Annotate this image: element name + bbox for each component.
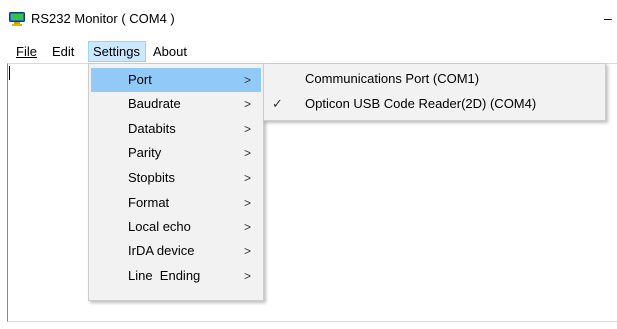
port-submenu: Communications Port (COM1) ✓ Opticon USB… bbox=[263, 63, 606, 121]
window-title: RS232 Monitor ( COM4 ) bbox=[31, 11, 175, 26]
submenu-arrow-icon: > bbox=[244, 269, 252, 283]
settings-item-line-ending[interactable]: Line Ending > bbox=[91, 264, 261, 288]
title-bar: RS232 Monitor ( COM4 ) – bbox=[0, 0, 617, 38]
port-item-com1[interactable]: Communications Port (COM1) bbox=[266, 67, 603, 91]
menu-about-label: About bbox=[153, 44, 187, 59]
settings-item-parity[interactable]: Parity > bbox=[91, 141, 261, 165]
menu-about[interactable]: About bbox=[150, 41, 190, 62]
menu-file-label: File bbox=[16, 44, 37, 59]
menu-settings-label: Settings bbox=[93, 44, 140, 59]
settings-item-label: Parity bbox=[128, 145, 162, 160]
settings-item-irda-device[interactable]: IrDA device > bbox=[91, 239, 261, 263]
submenu-arrow-icon: > bbox=[244, 171, 252, 185]
submenu-arrow-icon: > bbox=[244, 73, 252, 87]
settings-item-label: Baudrate bbox=[128, 96, 181, 111]
submenu-arrow-icon: > bbox=[244, 97, 252, 111]
settings-item-stopbits[interactable]: Stopbits > bbox=[91, 166, 261, 190]
menu-settings[interactable]: Settings bbox=[88, 41, 146, 62]
submenu-arrow-icon: > bbox=[244, 220, 252, 234]
settings-item-port[interactable]: Port > bbox=[91, 68, 261, 92]
settings-dropdown: Port > Baudrate > Databits > Parity > St… bbox=[88, 63, 264, 301]
checkmark-icon: ✓ bbox=[272, 96, 283, 111]
port-item-label: Opticon USB Code Reader(2D) (COM4) bbox=[305, 96, 537, 111]
settings-item-baudrate[interactable]: Baudrate > bbox=[91, 92, 261, 116]
menu-edit[interactable]: Edit bbox=[49, 41, 77, 62]
settings-item-label: Stopbits bbox=[128, 170, 175, 185]
menu-edit-label: Edit bbox=[52, 44, 75, 59]
settings-item-label: Databits bbox=[128, 121, 176, 136]
text-caret bbox=[9, 66, 10, 80]
submenu-arrow-icon: > bbox=[244, 196, 252, 210]
settings-item-label: IrDA device bbox=[128, 243, 195, 258]
settings-item-local-echo[interactable]: Local echo > bbox=[91, 215, 261, 239]
settings-item-label: Local echo bbox=[128, 219, 191, 234]
settings-item-databits[interactable]: Databits > bbox=[91, 117, 261, 141]
submenu-arrow-icon: > bbox=[244, 122, 252, 136]
settings-item-label: Line Ending bbox=[128, 268, 201, 283]
settings-item-format[interactable]: Format > bbox=[91, 191, 261, 215]
app-monitor-icon bbox=[9, 12, 25, 26]
submenu-arrow-icon: > bbox=[244, 146, 252, 160]
menu-bar: File Edit Settings About bbox=[0, 41, 617, 63]
port-item-label: Communications Port (COM1) bbox=[305, 71, 480, 86]
minimize-button[interactable]: – bbox=[604, 8, 617, 28]
menu-file[interactable]: File bbox=[13, 41, 40, 62]
submenu-arrow-icon: > bbox=[244, 244, 252, 258]
port-item-com4[interactable]: ✓ Opticon USB Code Reader(2D) (COM4) bbox=[266, 92, 603, 116]
settings-item-label: Format bbox=[128, 195, 170, 210]
settings-item-label: Port bbox=[128, 72, 152, 87]
